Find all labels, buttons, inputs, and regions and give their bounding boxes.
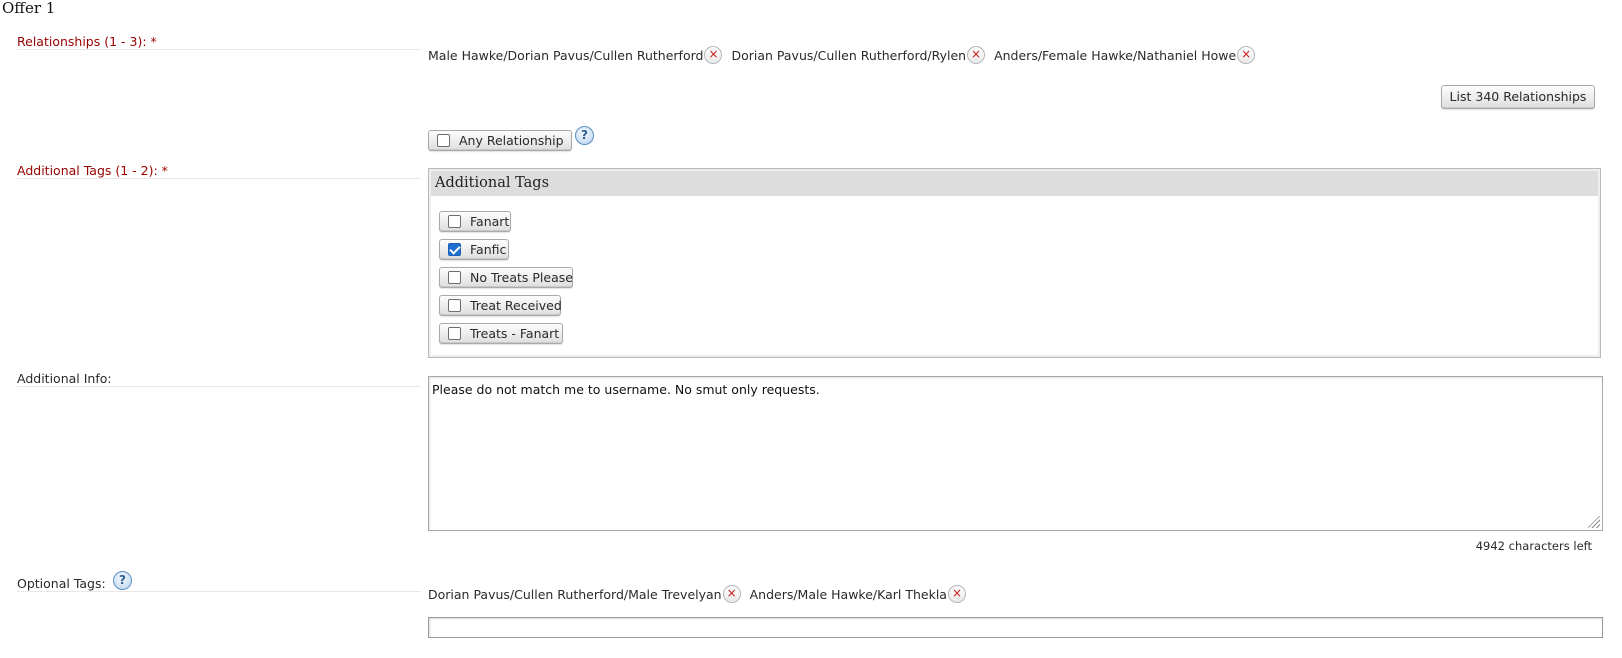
any-relationship-checkbox[interactable] bbox=[437, 134, 450, 147]
relationship-tag: Male Hawke/Dorian Pavus/Cullen Rutherfor… bbox=[428, 47, 704, 63]
relationship-tag: Anders/Female Hawke/Nathaniel Howe bbox=[994, 47, 1237, 63]
additional-tags-options: Fanart Fanfic No Treats Please Treat Rec… bbox=[439, 211, 573, 351]
additional-tags-label: Additional Tags (1 - 2): * bbox=[17, 163, 168, 178]
tag-option-label: Treats - Fanart bbox=[470, 326, 560, 341]
offer-title: Offer 1 bbox=[2, 0, 56, 17]
tag-option-label: Fanart bbox=[470, 214, 510, 229]
additional-tags-fieldset: Additional Tags Fanart Fanfic No Treats … bbox=[428, 168, 1601, 358]
remove-x-icon[interactable]: × bbox=[967, 46, 986, 64]
optional-tag: Anders/Male Hawke/Karl Thekla bbox=[749, 586, 947, 602]
tag-option-treats-fanart[interactable]: Treats - Fanart bbox=[439, 323, 563, 344]
relationships-label: Relationships (1 - 3): * bbox=[17, 34, 157, 49]
additional-tags-label-rule bbox=[17, 178, 421, 179]
tag-option-label: Fanfic bbox=[470, 242, 507, 257]
any-relationship-label: Any Relationship bbox=[459, 133, 564, 148]
tag-option-no-treats-please[interactable]: No Treats Please bbox=[439, 267, 573, 288]
remove-x-icon[interactable]: × bbox=[704, 46, 723, 64]
remove-x-icon[interactable]: × bbox=[1237, 46, 1256, 64]
tag-option-checkbox[interactable] bbox=[448, 271, 461, 284]
tag-option-checkbox[interactable] bbox=[448, 215, 461, 228]
characters-left-counter: 4942 characters left bbox=[1475, 539, 1592, 553]
optional-tags-tag-list: Dorian Pavus/Cullen Rutherford/Male Trev… bbox=[428, 585, 975, 603]
tag-option-label: No Treats Please bbox=[470, 270, 573, 285]
question-help-icon[interactable]: ? bbox=[575, 126, 594, 145]
relationship-tag: Dorian Pavus/Cullen Rutherford/Rylen bbox=[731, 47, 967, 63]
optional-tag: Dorian Pavus/Cullen Rutherford/Male Trev… bbox=[428, 586, 722, 602]
additional-info-text: Please do not match me to username. No s… bbox=[432, 382, 820, 397]
relationships-label-rule bbox=[17, 49, 421, 50]
resize-grip-icon[interactable] bbox=[1588, 516, 1600, 528]
remove-x-icon[interactable]: × bbox=[722, 585, 741, 603]
relationships-tag-list: Male Hawke/Dorian Pavus/Cullen Rutherfor… bbox=[428, 46, 1264, 64]
optional-tags-input[interactable] bbox=[428, 617, 1603, 638]
additional-info-label-rule bbox=[17, 386, 421, 387]
question-help-icon[interactable]: ? bbox=[113, 571, 132, 590]
additional-tags-header: Additional Tags bbox=[431, 171, 1598, 196]
remove-x-icon[interactable]: × bbox=[947, 585, 966, 603]
tag-option-treat-received[interactable]: Treat Received bbox=[439, 295, 562, 316]
optional-tags-label: Optional Tags: bbox=[17, 576, 106, 591]
optional-tags-label-rule bbox=[17, 591, 421, 592]
tag-option-checkbox[interactable] bbox=[448, 299, 461, 312]
tag-option-checkbox[interactable] bbox=[448, 327, 461, 340]
tag-option-label: Treat Received bbox=[470, 298, 562, 313]
tag-option-fanfic[interactable]: Fanfic bbox=[439, 239, 509, 260]
additional-info-textarea[interactable]: Please do not match me to username. No s… bbox=[428, 376, 1603, 531]
checkmark-icon[interactable] bbox=[448, 243, 461, 256]
any-relationship-toggle[interactable]: Any Relationship bbox=[428, 130, 572, 151]
list-relationships-button[interactable]: List 340 Relationships bbox=[1441, 85, 1595, 109]
tag-option-fanart[interactable]: Fanart bbox=[439, 211, 511, 232]
additional-info-label: Additional Info: bbox=[17, 371, 112, 386]
